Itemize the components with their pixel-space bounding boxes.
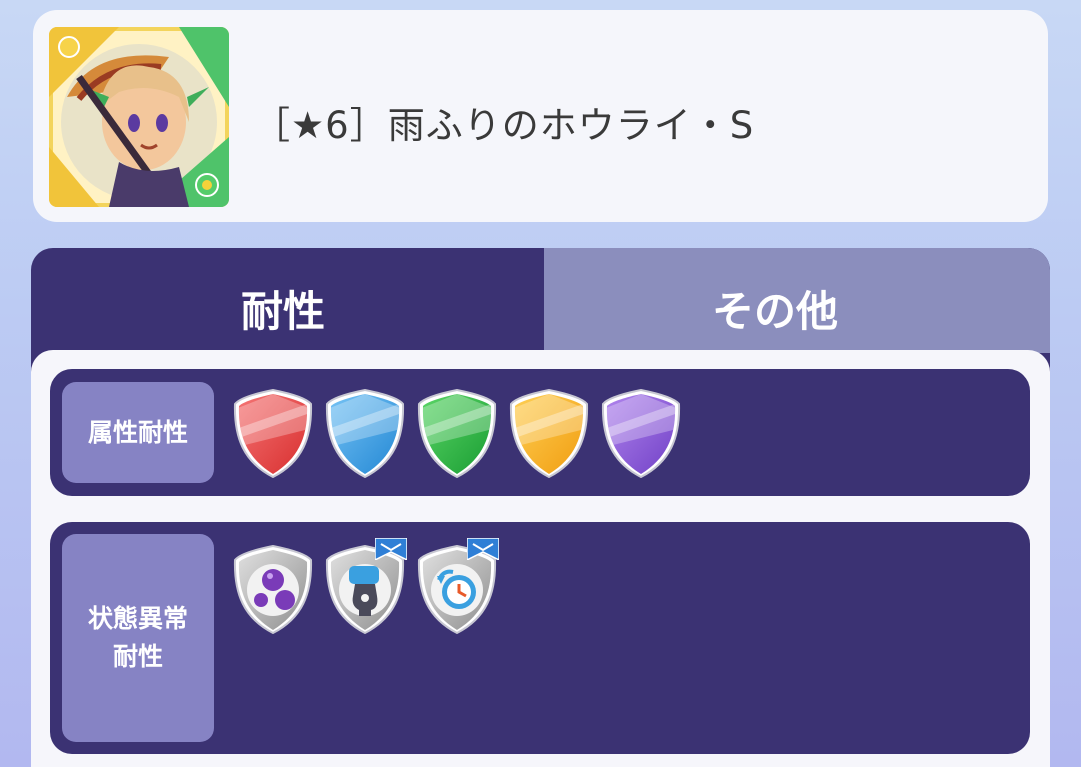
status-resistance-row: 状態異常 耐性 bbox=[50, 522, 1030, 754]
tab-other-label: その他 bbox=[712, 287, 839, 336]
character-portrait[interactable] bbox=[49, 27, 229, 207]
tab-content: 属性耐性 状態異常 耐性 bbox=[31, 350, 1050, 767]
purple-shield-icon[interactable] bbox=[601, 388, 681, 479]
red-shield-icon[interactable] bbox=[233, 388, 313, 479]
clock-stop-badge-icon bbox=[466, 537, 500, 564]
status-resistance-label: 状態異常 耐性 bbox=[62, 534, 214, 742]
yellow-shield-icon[interactable] bbox=[509, 388, 589, 479]
tab-other[interactable]: その他 bbox=[544, 248, 1050, 353]
green-shield-icon[interactable] bbox=[417, 388, 497, 479]
tab-resistance[interactable]: 耐性 bbox=[31, 248, 544, 353]
blue-shield-icon[interactable] bbox=[325, 388, 405, 479]
fist-lock-badge-icon bbox=[374, 537, 408, 564]
poison-bubbles-shield-icon[interactable] bbox=[233, 544, 313, 635]
resistance-panel: 耐性 その他 属性耐性 状態異常 耐性 bbox=[31, 248, 1050, 767]
element-resistance-row: 属性耐性 bbox=[50, 369, 1030, 496]
element-resistance-label: 属性耐性 bbox=[62, 382, 214, 483]
character-name: ［★6］雨ふりのホウライ・S bbox=[253, 104, 755, 147]
tab-resistance-label: 耐性 bbox=[241, 287, 326, 336]
